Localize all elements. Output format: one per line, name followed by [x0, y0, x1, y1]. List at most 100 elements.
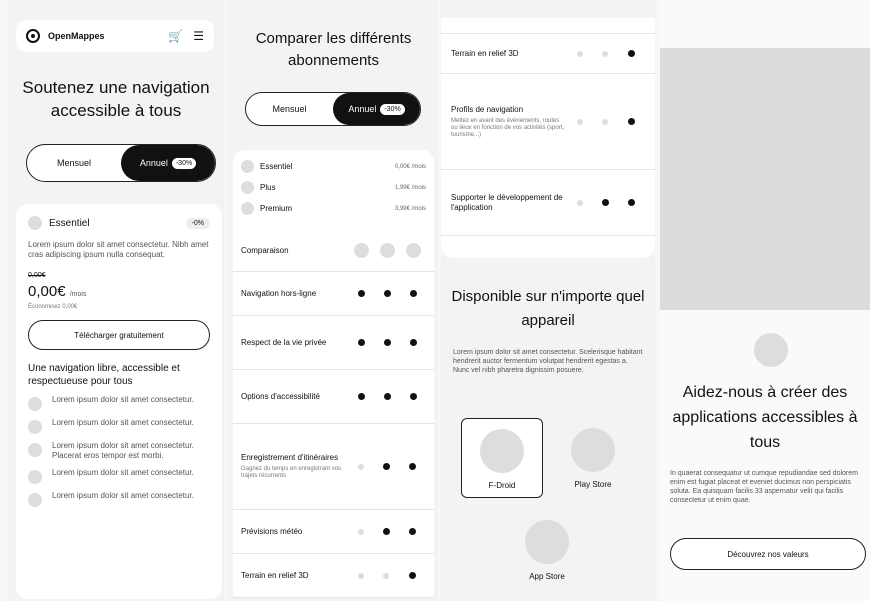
- plan-marker: [353, 243, 369, 258]
- feature-name: Terrain en relief 3D: [241, 570, 309, 580]
- comparison-label: Comparaison: [241, 245, 289, 255]
- yearly-label: Annuel: [348, 104, 377, 114]
- plan-icon: [241, 181, 254, 194]
- feature-name: Prévisions météo: [241, 526, 303, 536]
- old-price: 0,00€: [28, 272, 46, 279]
- features-title: Une navigation libre, accessible et resp…: [28, 363, 180, 387]
- cart-icon[interactable]: 🛒: [168, 29, 183, 43]
- comparison-row: Supporter le développement de l'applicat…: [441, 170, 655, 236]
- included-dot: [409, 290, 417, 297]
- plan-description: Lorem ipsum dolor sit amet consectetur. …: [28, 240, 209, 259]
- feature-label: Terrain en relief 3D: [451, 49, 567, 59]
- table-top-edge: [441, 18, 655, 34]
- feature-label: Options d'accessibilité: [241, 392, 348, 402]
- store-app-store[interactable]: App Store: [505, 520, 589, 581]
- comparison-row: Prévisions météo: [233, 510, 434, 554]
- feature-name: Enregistrement d'itinéraires: [241, 453, 339, 462]
- included-dot: [409, 339, 417, 346]
- help-description: In quaerat consequatur ut cumque repudia…: [670, 470, 858, 504]
- yearly-option[interactable]: Annuel -30%: [121, 145, 215, 181]
- price-value: 0,00€: [28, 283, 66, 300]
- feature-icon: [28, 470, 42, 484]
- plan-name: Plus: [260, 183, 276, 192]
- compare-panel: Comparer les différents abonnements Mens…: [229, 0, 438, 601]
- menu-icon[interactable]: ☰: [193, 29, 204, 43]
- comparison-row: Profils de navigation Mettez en avant des…: [441, 74, 655, 170]
- plan-row[interactable]: Plus 1,99€ /mois: [241, 177, 426, 198]
- not-included-dot: [602, 50, 609, 57]
- feature-icon: [28, 420, 42, 434]
- billing-toggle[interactable]: Mensuel Annuel -30%: [26, 144, 216, 182]
- feature-name: Respect de la vie privée: [241, 337, 327, 347]
- plan-price: 1,99€ /mois: [394, 184, 426, 191]
- billing-toggle-compare[interactable]: Mensuel Annuel -30%: [245, 92, 421, 126]
- plan-availability: [567, 199, 645, 206]
- included-dot: [357, 393, 365, 400]
- store-fdroid[interactable]: F-Droid: [461, 418, 543, 498]
- feature-icon: [28, 493, 42, 507]
- plan-availability: [348, 528, 426, 535]
- included-dot: [628, 50, 636, 57]
- not-included-dot: [357, 528, 364, 535]
- feature-note: Gagnez du temps en enregistrant vos traj…: [241, 466, 342, 479]
- plan-name: Essentiel: [260, 162, 293, 171]
- yearly-option[interactable]: Annuel -30%: [333, 93, 420, 125]
- plan-availability: [348, 572, 426, 579]
- logo-icon: [26, 29, 40, 43]
- comparison-table: Comparaison Navigation hors-ligne Respect…: [233, 230, 434, 598]
- plan-icon: [241, 160, 254, 173]
- feature-item: Lorem ipsum dolor sit amet consectetur.: [28, 491, 210, 507]
- compare-title: Comparer les différents abonnements: [255, 30, 412, 69]
- included-dot: [383, 393, 391, 400]
- monthly-option[interactable]: Mensuel: [246, 104, 333, 114]
- plan-availability: [348, 290, 426, 297]
- feature-label: Prévisions météo: [241, 527, 348, 537]
- availability-description: Lorem ipsum dolor sit amet consectetur. …: [453, 349, 643, 374]
- feature-label: Terrain en relief 3D: [241, 571, 348, 581]
- feature-name: Terrain en relief 3D: [451, 48, 519, 58]
- feature-item: Lorem ipsum dolor sit amet consectetur. …: [28, 441, 210, 461]
- feature-label: Navigation hors-ligne: [241, 289, 348, 299]
- discount-badge: -30%: [380, 103, 405, 115]
- included-dot: [357, 339, 365, 346]
- included-dot: [409, 528, 417, 535]
- brand-name: OpenMappes: [48, 31, 105, 41]
- fdroid-icon: [480, 429, 524, 473]
- not-included-dot: [383, 572, 390, 579]
- image-placeholder: [660, 48, 870, 310]
- plan-card: Essentiel -0% Lorem ipsum dolor sit amet…: [16, 204, 222, 599]
- plan-card-header: Essentiel -0%: [28, 216, 210, 230]
- plan-availability: [348, 393, 426, 400]
- feature-text: Lorem ipsum dolor sit amet consectetur.: [52, 468, 194, 477]
- plan-row[interactable]: Essentiel 0,00€ /mois: [241, 156, 426, 177]
- availability-title: Disponible sur n'importe quel appareil: [451, 288, 645, 329]
- comparison-row: Respect de la vie privée: [233, 316, 434, 370]
- store-label: App Store: [529, 572, 565, 581]
- monthly-option[interactable]: Mensuel: [27, 158, 121, 168]
- download-button[interactable]: Télécharger gratuitement: [28, 320, 210, 350]
- plan-availability: [348, 339, 426, 346]
- included-dot: [382, 463, 390, 470]
- discount-badge: -30%: [171, 157, 197, 169]
- included-dot: [628, 118, 636, 125]
- pricing-panel: OpenMappes 🛒 ☰ Soutenez une navigation a…: [8, 0, 224, 601]
- price-unit: /mois: [69, 291, 87, 298]
- not-included-dot: [602, 118, 609, 125]
- included-dot: [357, 290, 365, 297]
- not-included-dot: [357, 463, 364, 470]
- plan-row[interactable]: Premium 3,99€ /mois: [241, 198, 426, 219]
- comparison-row: Terrain en relief 3D: [233, 554, 434, 598]
- hero-title: Soutenez une navigation accessible à tou…: [22, 78, 210, 120]
- comparison-row: Options d'accessibilité: [233, 370, 434, 424]
- app-store-icon: [525, 520, 569, 564]
- feature-text: Lorem ipsum dolor sit amet consectetur.: [52, 395, 194, 404]
- not-included-dot: [576, 50, 583, 57]
- availability-panel: Terrain en relief 3D Profils de navigatio…: [441, 0, 655, 601]
- feature-note: Mettez en avant des évènements, routes o…: [451, 117, 565, 138]
- top-navbar: OpenMappes 🛒 ☰: [16, 20, 214, 52]
- store-play-store[interactable]: Play Store: [551, 428, 635, 489]
- plan-name: Premium: [260, 204, 293, 213]
- feature-label: Supporter le développement de l'applicat…: [451, 193, 567, 213]
- values-button[interactable]: Découvrez nos valeurs: [670, 538, 866, 570]
- help-panel: Aidez-nous à créer des applications acce…: [660, 0, 870, 601]
